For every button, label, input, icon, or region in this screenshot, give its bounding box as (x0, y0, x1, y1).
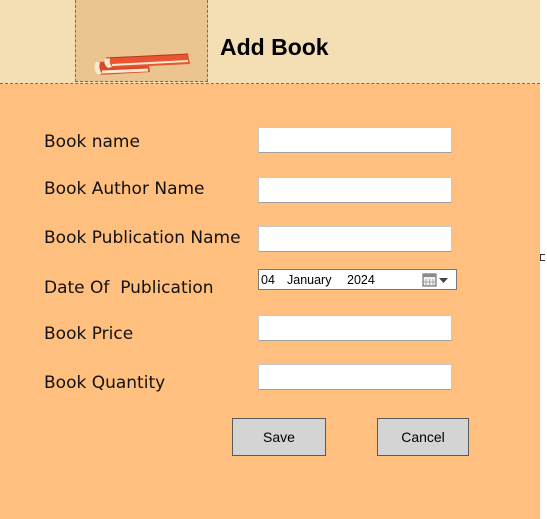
date-year[interactable]: 2024 (347, 273, 375, 287)
book-price-input[interactable] (258, 315, 452, 341)
page-title: Add Book (220, 34, 329, 60)
cancel-button[interactable]: Cancel (377, 418, 469, 456)
date-month[interactable]: January (287, 273, 331, 287)
book-publication-label: Book Publication Name (44, 228, 241, 248)
resize-handle[interactable] (540, 254, 545, 261)
books-icon (94, 53, 190, 75)
publication-date-label: Date Of Publication (44, 278, 214, 298)
book-author-input[interactable] (258, 177, 452, 203)
add-book-window: Add Book Book name Book Author Name Book… (0, 0, 540, 519)
calendar-dropdown-icon[interactable] (422, 272, 452, 288)
book-publication-input[interactable] (258, 226, 452, 252)
book-quantity-label: Book Quantity (44, 373, 166, 393)
book-name-input[interactable] (258, 127, 452, 153)
book-quantity-input[interactable] (258, 364, 452, 390)
publication-date-picker[interactable]: 04 January 2024 (258, 269, 457, 290)
header: Add Book (0, 0, 540, 84)
date-day[interactable]: 04 (261, 273, 275, 287)
book-author-label: Book Author Name (44, 179, 205, 199)
save-button[interactable]: Save (232, 418, 326, 456)
book-name-label: Book name (44, 132, 140, 152)
book-price-label: Book Price (44, 324, 134, 344)
logo-panel (75, 0, 208, 82)
